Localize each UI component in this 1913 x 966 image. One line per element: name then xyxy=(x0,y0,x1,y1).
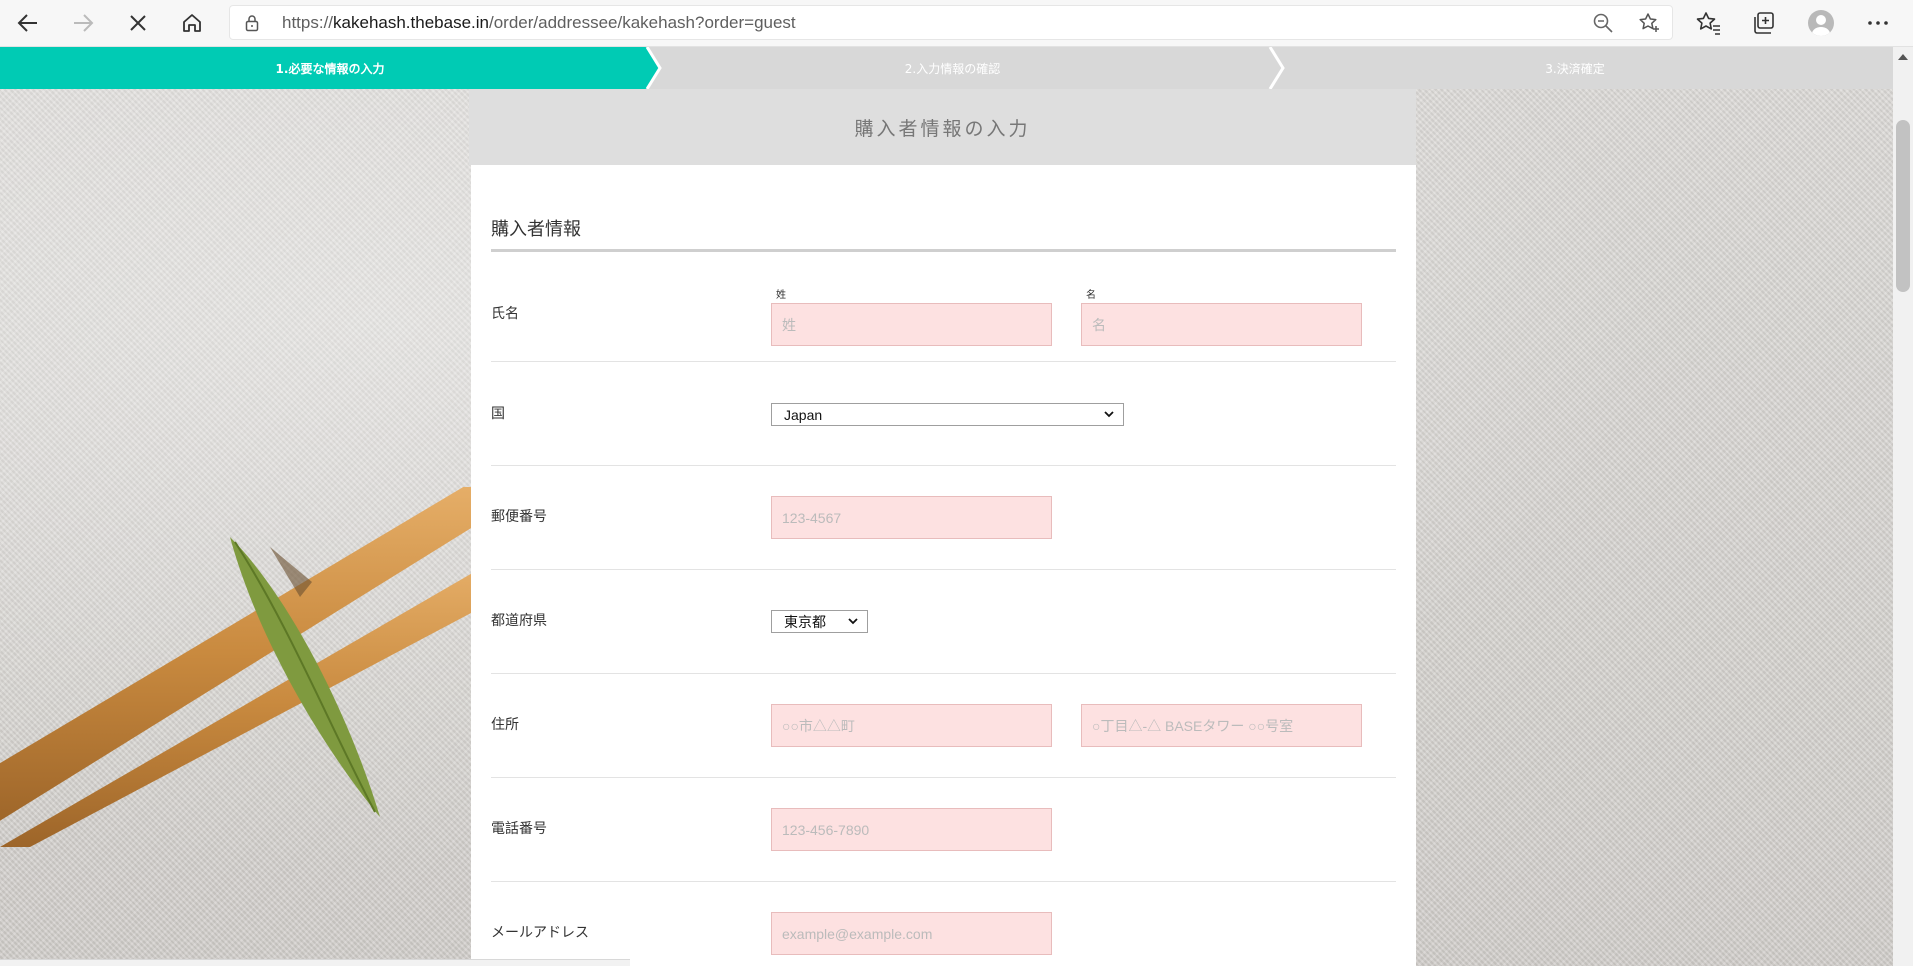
prefecture-select[interactable]: 東京都 xyxy=(771,610,868,633)
country-label: 国 xyxy=(491,406,505,422)
last-name-input[interactable]: 姓 xyxy=(771,303,1052,346)
more-options-icon[interactable] xyxy=(1864,9,1892,37)
chopsticks-decoration-image xyxy=(0,487,520,847)
address-label: 住所 xyxy=(491,717,519,733)
email-row: メールアドレス example@example.com xyxy=(491,882,1396,966)
profile-avatar[interactable] xyxy=(1808,10,1834,36)
home-button[interactable] xyxy=(172,3,212,43)
prefecture-select-value: 東京都 xyxy=(784,613,826,630)
forward-button[interactable] xyxy=(63,3,103,43)
stop-loading-button[interactable] xyxy=(118,3,158,43)
phone-label: 電話番号 xyxy=(491,821,547,837)
address-line1-input[interactable]: ○○市△△町 xyxy=(771,704,1052,747)
email-label: メールアドレス xyxy=(491,925,589,941)
url-host: kakehash.thebase.in xyxy=(333,13,489,32)
last-name-label: 姓 xyxy=(776,290,786,301)
home-icon xyxy=(183,14,201,32)
address-row: 住所 ○○市△△町 ○丁目△-△ BASEタワー ○○号室 xyxy=(491,674,1396,778)
name-label: 氏名 xyxy=(491,306,519,322)
first-name-input[interactable]: 名 xyxy=(1081,303,1362,346)
chevron-down-icon xyxy=(848,618,858,625)
phone-row: 電話番号 123-456-7890 xyxy=(491,778,1396,882)
address-bar[interactable]: https://kakehash.thebase.in/order/addres… xyxy=(229,5,1673,40)
chevron-down-icon xyxy=(1104,411,1114,418)
scrollbar-thumb[interactable] xyxy=(1896,120,1910,292)
zoom-out-icon[interactable] xyxy=(1591,11,1615,35)
phone-input[interactable]: 123-456-7890 xyxy=(771,808,1052,851)
section-title: 購入者情報 xyxy=(491,219,581,240)
country-select-value: Japan xyxy=(784,406,823,423)
postal-label: 郵便番号 xyxy=(491,509,547,525)
form-header: 購入者情報の入力 xyxy=(469,89,1416,165)
email-input[interactable]: example@example.com xyxy=(771,912,1052,955)
forward-arrow-icon xyxy=(74,14,94,32)
url-path: /order/addressee/kakehash?order=guest xyxy=(488,13,796,32)
url-scheme: https:// xyxy=(282,13,334,32)
page-viewport: 1.必要な情報の入力 2.入力情報の確認 3.決済確定 購入者情報の入力 購入者… xyxy=(0,47,1893,966)
close-icon xyxy=(130,15,146,31)
checkout-steps-bar: 1.必要な情報の入力 2.入力情報の確認 3.決済確定 xyxy=(0,47,1893,89)
step-input: 1.必要な情報の入力 xyxy=(275,61,385,76)
status-bar xyxy=(0,959,630,966)
back-button[interactable] xyxy=(8,3,48,43)
address-line2-input[interactable]: ○丁目△-△ BASEタワー ○○号室 xyxy=(1081,704,1362,747)
first-name-label: 名 xyxy=(1086,290,1096,301)
prefecture-label: 都道府県 xyxy=(491,613,547,629)
name-row: 氏名 姓 名 姓 名 xyxy=(491,253,1396,362)
prefecture-row: 都道府県 東京都 xyxy=(491,570,1396,674)
section-divider xyxy=(491,249,1396,252)
lock-icon[interactable] xyxy=(245,14,259,32)
country-select[interactable]: Japan xyxy=(771,403,1124,426)
add-favorite-icon[interactable] xyxy=(1637,11,1661,35)
back-arrow-icon xyxy=(17,14,37,32)
step-payment: 3.決済確定 xyxy=(1545,61,1605,76)
step-confirm: 2.入力情報の確認 xyxy=(904,61,1001,76)
buyer-form: 購入者情報 氏名 姓 名 姓 名 国 Japan 郵便番号 123-4567 都… xyxy=(471,165,1416,966)
country-row: 国 Japan xyxy=(491,362,1396,466)
postal-row: 郵便番号 123-4567 xyxy=(491,466,1396,570)
scroll-up-arrow-icon[interactable] xyxy=(1897,52,1909,62)
browser-toolbar: https://kakehash.thebase.in/order/addres… xyxy=(0,0,1913,47)
url-text[interactable]: https://kakehash.thebase.in/order/addres… xyxy=(282,13,796,33)
favorites-icon[interactable] xyxy=(1694,9,1722,37)
postal-code-input[interactable]: 123-4567 xyxy=(771,496,1052,539)
collections-icon[interactable] xyxy=(1750,9,1778,37)
